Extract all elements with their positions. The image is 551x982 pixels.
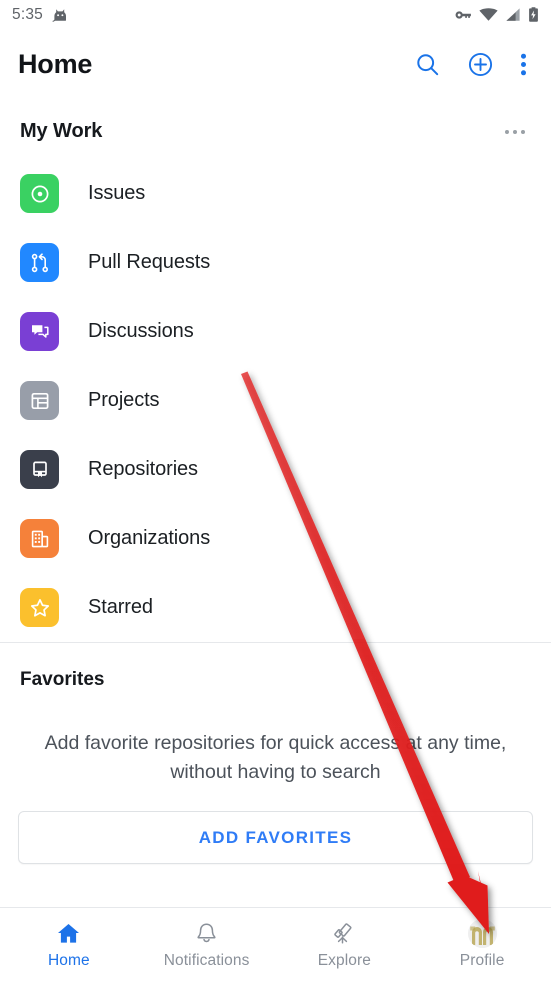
favorites-empty-message: Add favorite repositories for quick acce…	[44, 732, 507, 783]
my-work-item-pull-requests[interactable]: Pull Requests	[0, 228, 551, 297]
cellular-signal-icon	[505, 8, 521, 22]
add-favorites-button[interactable]: ADD FAVORITES	[18, 811, 533, 864]
comment-discussion-icon	[31, 324, 49, 338]
nav-tab-notifications[interactable]: Notifications	[138, 908, 276, 982]
my-work-title: My Work	[20, 120, 103, 142]
home-icon	[55, 920, 82, 946]
ellipsis-icon-dot	[521, 129, 525, 134]
page-title: Home	[18, 48, 93, 79]
search-button[interactable]	[414, 51, 441, 78]
star-icon	[30, 598, 49, 617]
status-bar-clock: 5:35	[12, 6, 43, 23]
status-bar: 5:35	[0, 0, 551, 30]
status-bar-right	[453, 7, 539, 23]
favorites-header: Favorites	[0, 643, 551, 691]
organization-building-icon	[31, 530, 48, 547]
issue-opened-icon-tile	[20, 174, 59, 213]
git-pull-request-icon-tile	[20, 243, 59, 282]
nav-tab-label: Explore	[317, 952, 371, 969]
bottom-navigation-bar: Home Notifications Explore Profile	[0, 907, 551, 982]
issue-opened-icon	[31, 185, 48, 202]
my-work-item-label: Pull Requests	[88, 251, 211, 273]
repo-book-icon	[32, 461, 47, 477]
bell-icon	[194, 920, 219, 946]
star-icon-tile	[20, 588, 59, 627]
battery-charging-icon	[528, 7, 539, 23]
nav-tab-home[interactable]: Home	[0, 908, 138, 982]
my-work-item-label: Repositories	[88, 458, 198, 480]
my-work-item-label: Organizations	[88, 527, 211, 549]
cat-notification-icon	[52, 7, 69, 23]
main-content: My Work Issues Pull Requests Discussions…	[0, 98, 551, 908]
nav-tab-explore[interactable]: Explore	[276, 908, 414, 982]
app-bar-actions	[414, 51, 533, 78]
more-options-button[interactable]	[520, 51, 527, 78]
my-work-item-label: Issues	[88, 182, 146, 204]
my-work-item-label: Projects	[88, 389, 160, 411]
nav-tab-label: Home	[48, 952, 90, 969]
ellipsis-icon-dot	[505, 129, 509, 134]
app-screen: 5:35 Home My Work Issues Pull Requests D…	[0, 0, 551, 982]
git-pull-request-icon	[31, 252, 48, 272]
my-work-item-discussions[interactable]: Discussions	[0, 297, 551, 366]
repo-book-icon-tile	[20, 450, 59, 489]
organization-building-icon-tile	[20, 519, 59, 558]
my-work-item-projects[interactable]: Projects	[0, 366, 551, 435]
my-work-item-starred[interactable]: Starred	[0, 573, 551, 642]
nav-tab-profile[interactable]: Profile	[413, 908, 551, 982]
my-work-overflow-button[interactable]	[499, 124, 531, 140]
my-work-item-label: Discussions	[88, 320, 194, 342]
nav-tab-label: Notifications	[163, 952, 250, 969]
project-table-icon	[31, 392, 48, 409]
app-bar: Home	[0, 30, 551, 98]
my-work-list: Issues Pull Requests Discussions Project…	[0, 159, 551, 642]
my-work-header: My Work	[0, 98, 551, 159]
status-bar-left: 5:35	[12, 6, 69, 24]
ellipsis-icon-dot	[513, 129, 517, 134]
my-work-item-label: Starred	[88, 596, 153, 618]
favorites-section: Favorites Add favorite repositories for …	[0, 643, 551, 864]
add-favorites-button-label: ADD FAVORITES	[198, 827, 353, 847]
my-work-item-organizations[interactable]: Organizations	[0, 504, 551, 573]
favorites-title: Favorites	[20, 669, 105, 690]
wifi-icon	[479, 8, 498, 22]
nav-tab-label: Profile	[459, 952, 505, 969]
plus-circle-icon	[467, 51, 494, 78]
create-new-button[interactable]	[467, 51, 494, 78]
user-avatar-icon	[467, 918, 497, 948]
my-work-item-repositories[interactable]: Repositories	[0, 435, 551, 504]
comment-discussion-icon-tile	[20, 312, 59, 351]
search-icon	[414, 51, 441, 78]
project-table-icon-tile	[20, 381, 59, 420]
vpn-key-icon	[453, 8, 472, 22]
overflow-menu-icon	[520, 51, 527, 78]
my-work-item-issues[interactable]: Issues	[0, 159, 551, 228]
telescope-icon	[331, 920, 358, 946]
